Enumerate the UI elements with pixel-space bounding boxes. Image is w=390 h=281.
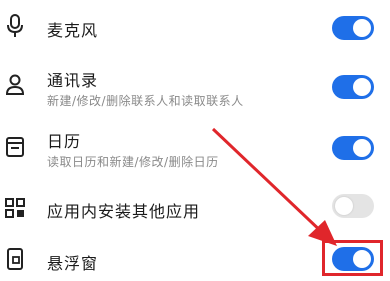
- calendar-icon: [4, 134, 26, 160]
- install-apps-icon: [4, 195, 26, 221]
- install-apps-toggle[interactable]: [332, 194, 374, 218]
- toggle-knob: [353, 139, 371, 157]
- permission-title: 麦克风: [47, 21, 99, 40]
- permission-title: 日历: [47, 132, 82, 151]
- annotation-highlight-box: [322, 240, 383, 276]
- permission-title: 通讯录: [47, 71, 99, 90]
- floating-window-icon: [4, 246, 26, 272]
- permission-subtitle: 新建/修改/删除联系人和读取联系人: [47, 94, 244, 108]
- contacts-icon: [4, 72, 26, 98]
- permission-title: 悬浮窗: [47, 254, 99, 273]
- microphone-icon: [4, 13, 26, 39]
- microphone-toggle[interactable]: [332, 16, 374, 40]
- calendar-toggle[interactable]: [332, 136, 374, 160]
- permission-subtitle: 读取日历和新建/修改/删除日历: [47, 155, 219, 169]
- contacts-toggle[interactable]: [332, 75, 374, 99]
- toggle-knob: [335, 197, 353, 215]
- toggle-knob: [353, 19, 371, 37]
- permission-title: 应用内安装其他应用: [47, 202, 201, 221]
- toggle-knob: [353, 78, 371, 96]
